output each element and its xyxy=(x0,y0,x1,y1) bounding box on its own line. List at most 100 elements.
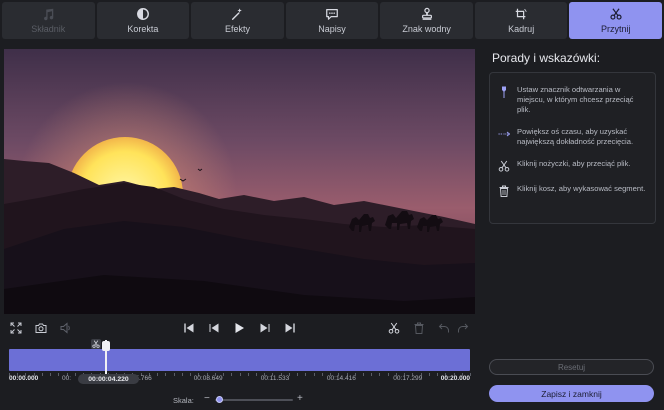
timeline-tick xyxy=(50,373,52,376)
stamp-icon xyxy=(421,7,432,20)
cut-marker[interactable] xyxy=(91,339,101,349)
scissors-icon xyxy=(388,322,400,334)
skip-to-start-button[interactable] xyxy=(182,321,196,335)
tip-text: Powiększ oś czasu, aby uzyskać największ… xyxy=(517,127,634,146)
trash-icon xyxy=(414,322,424,334)
tip-item: Kliknij kosz, aby wykasować segment. xyxy=(498,184,649,197)
delete-segment-button[interactable] xyxy=(412,321,426,335)
crop-rotate-icon xyxy=(515,8,527,20)
skip-start-icon xyxy=(184,323,194,333)
timeline-tick xyxy=(223,373,225,376)
expand-arrows-icon xyxy=(498,127,510,147)
timeline-tick xyxy=(165,373,167,376)
tab-effects[interactable]: Efekty xyxy=(191,2,284,39)
tips-box: Ustaw znacznik odtwarzania w miejscu, w … xyxy=(489,72,656,224)
reset-button[interactable]: Resetuj xyxy=(489,359,654,375)
tips-title: Porady i wskazówki: xyxy=(492,51,601,65)
timeline-tick xyxy=(190,373,192,376)
scale-slider-handle[interactable] xyxy=(215,396,223,403)
timeline-tick-label: 00:20.000 xyxy=(440,375,470,382)
timeline-tick xyxy=(58,373,60,376)
tab-label: Kadruj xyxy=(508,24,535,34)
camera-icon xyxy=(35,323,47,333)
snapshot-button[interactable] xyxy=(34,321,48,335)
tip-item: Powiększ oś czasu, aby uzyskać największ… xyxy=(498,127,649,147)
timeline-tick xyxy=(157,373,159,376)
tab-label: Napisy xyxy=(318,24,346,34)
timeline-tick xyxy=(231,373,233,376)
tab-label: Przytnij xyxy=(601,24,631,34)
tab-label: Znak wodny xyxy=(402,24,451,34)
tab-correction[interactable]: Korekta xyxy=(96,2,190,39)
timeline-tick-label: 00:08.649 xyxy=(193,375,223,382)
scissors-icon xyxy=(92,340,100,348)
music-note-icon xyxy=(44,8,54,21)
timeline-tick xyxy=(255,373,257,376)
timeline-tick-label: 00: xyxy=(62,375,72,382)
skip-to-end-button[interactable] xyxy=(283,321,297,335)
timeline-tick xyxy=(74,373,76,376)
tab-crop[interactable]: Kadruj xyxy=(474,2,568,39)
play-button[interactable] xyxy=(232,321,246,335)
timeline-tick xyxy=(321,373,323,376)
timeline-tick xyxy=(313,373,315,376)
cut-button[interactable] xyxy=(387,321,401,335)
redo-button[interactable] xyxy=(456,321,470,335)
video-preview[interactable] xyxy=(4,49,475,314)
undo-button[interactable] xyxy=(437,321,451,335)
skip-end-icon xyxy=(285,323,295,333)
timeline-tick xyxy=(437,373,439,376)
save-and-close-button[interactable]: Zapisz i zamknij xyxy=(489,385,654,402)
zoom-in-button[interactable]: + xyxy=(297,393,303,404)
timeline-tick xyxy=(379,373,381,376)
timeline-tick xyxy=(305,373,307,376)
timeline-tick xyxy=(181,373,183,376)
tip-text: Kliknij nożyczki, aby przeciąć plik. xyxy=(517,159,631,168)
redo-icon xyxy=(458,323,469,333)
volume-button[interactable] xyxy=(59,321,73,335)
current-time-badge: 00:00:04.220 xyxy=(78,374,139,384)
fullscreen-button[interactable] xyxy=(9,321,23,335)
speaker-icon xyxy=(60,322,70,334)
timeline-tick xyxy=(387,373,389,376)
magic-wand-icon xyxy=(232,8,243,20)
fullscreen-icon xyxy=(10,322,22,334)
tab-subtitles[interactable]: Napisy xyxy=(285,2,379,39)
tab-bar: Składnik Korekta Efekty Napisy Znak wodn… xyxy=(0,0,664,40)
pin-marker-icon xyxy=(498,85,510,115)
scale-slider[interactable] xyxy=(215,399,293,401)
scissors-icon xyxy=(498,159,510,172)
frame-back-icon xyxy=(209,323,219,333)
tip-item: Ustaw znacznik odtwarzania w miejscu, w … xyxy=(498,85,649,115)
tab-label: Korekta xyxy=(127,24,159,34)
scissors-icon xyxy=(610,8,622,20)
timeline-tick xyxy=(428,373,430,376)
speech-bubble-icon xyxy=(326,9,338,20)
tab-trim[interactable]: Przytnij xyxy=(569,2,663,39)
play-icon xyxy=(235,323,244,333)
timeline-tick-label: 00:14.416 xyxy=(326,375,356,382)
playhead-handle[interactable] xyxy=(102,341,111,351)
tip-item: Kliknij nożyczki, aby przeciąć plik. xyxy=(498,159,649,172)
scale-label: Skala: xyxy=(173,396,194,405)
trash-icon xyxy=(498,184,510,197)
tab-audio[interactable]: Składnik xyxy=(2,2,95,39)
zoom-out-button[interactable]: − xyxy=(204,393,210,404)
timeline-tick-label: 00:11.533 xyxy=(260,375,290,382)
next-frame-button[interactable] xyxy=(258,321,272,335)
timeline-tick xyxy=(470,373,471,376)
timeline-tick xyxy=(247,373,249,376)
tab-watermark[interactable]: Znak wodny xyxy=(380,2,473,39)
previous-frame-button[interactable] xyxy=(207,321,221,335)
timeline-tick xyxy=(362,373,364,376)
frame-forward-icon xyxy=(260,323,270,333)
tip-text: Ustaw znacznik odtwarzania w miejscu, w … xyxy=(517,85,634,114)
timeline-tick xyxy=(239,373,241,376)
tab-label: Efekty xyxy=(224,24,250,34)
timeline-tick-label: 00:00.000 xyxy=(9,375,39,382)
timeline-tick xyxy=(371,373,373,376)
tab-label: Składnik xyxy=(31,24,66,34)
tip-text: Kliknij kosz, aby wykasować segment. xyxy=(517,184,646,193)
timeline-track[interactable] xyxy=(9,349,470,371)
undo-icon xyxy=(438,323,449,333)
